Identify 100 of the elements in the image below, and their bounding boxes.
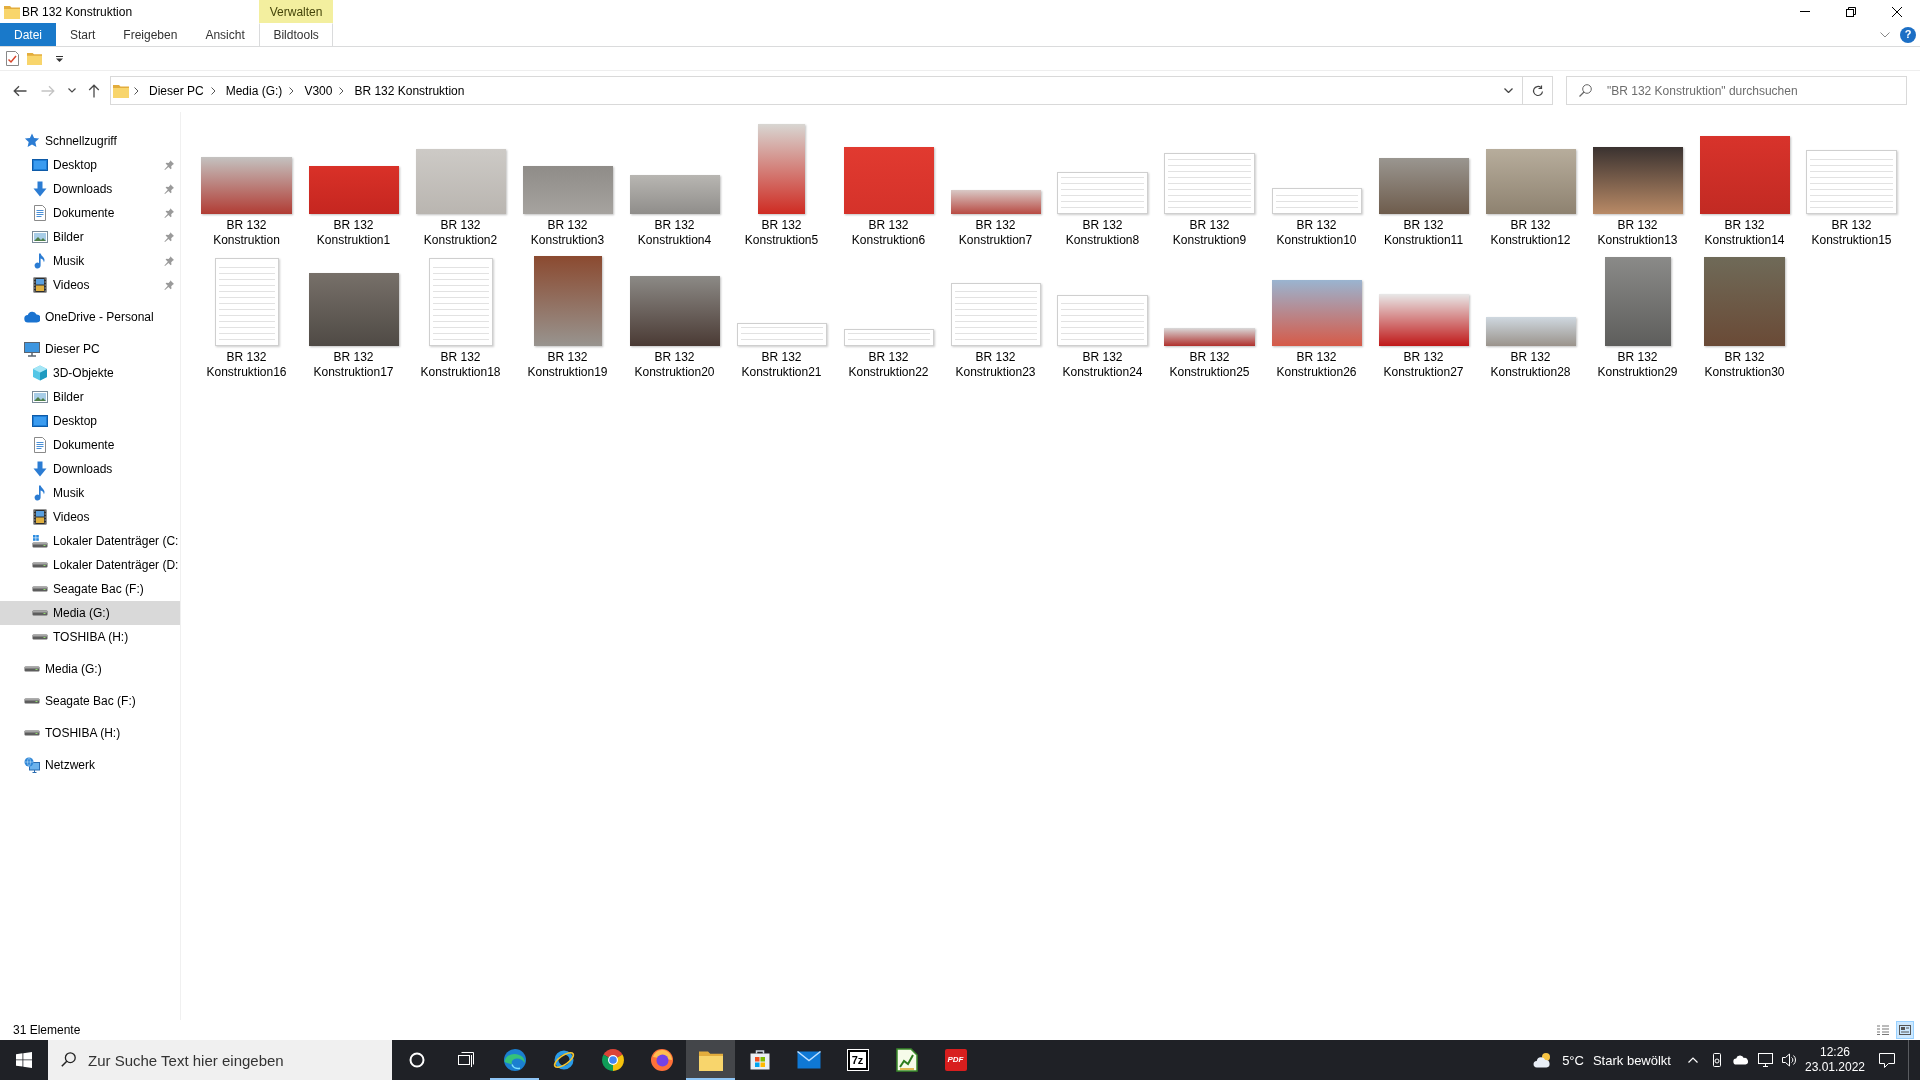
search-field[interactable]: "BR 132 Konstruktion" durchsuchen — [1566, 76, 1907, 105]
help-button[interactable]: ? — [1900, 26, 1916, 43]
sidebar-item[interactable]: Dokumente — [0, 201, 180, 225]
drawing-thumbnail[interactable] — [1164, 153, 1255, 214]
sidebar-item[interactable]: Netzwerk — [0, 753, 180, 777]
photo-placeholder[interactable] — [1164, 328, 1255, 346]
sidebar-item[interactable]: Lokaler Datenträger (C: — [0, 529, 180, 553]
file-name[interactable]: BR 132 Konstruktion11 — [1373, 218, 1474, 248]
sidebar-item[interactable]: Downloads — [0, 457, 180, 481]
file-name[interactable]: BR 132 Konstruktion — [196, 218, 297, 248]
breadcrumb-item[interactable]: V300 — [302, 79, 335, 102]
photo-placeholder[interactable] — [1592, 147, 1683, 214]
photo-placeholder[interactable] — [533, 256, 602, 346]
sidebar-item[interactable]: Downloads — [0, 177, 180, 201]
file-name[interactable]: BR 132 Konstruktion26 — [1266, 350, 1367, 380]
taskbar-app-button[interactable]: PDF — [931, 1040, 980, 1080]
sidebar-item[interactable]: Schnellzugriff — [0, 129, 180, 153]
file-name[interactable]: BR 132 Konstruktion21 — [731, 350, 832, 380]
file-name[interactable]: BR 132 Konstruktion6 — [838, 218, 939, 248]
sidebar-item[interactable]: Seagate Bac (F:) — [0, 689, 180, 713]
sidebar-item[interactable]: Media (G:) — [0, 657, 180, 681]
address-bar[interactable]: Dieser PC Media (G:) V300 BR 132 Konstruktion — [110, 76, 1553, 105]
sidebar-item[interactable]: Videos — [0, 505, 180, 529]
sidebar-item[interactable]: Musik — [0, 481, 180, 505]
file-name[interactable]: BR 132 Konstruktion15 — [1801, 218, 1902, 248]
document-icon — [32, 205, 48, 221]
file-name[interactable]: BR 132 Konstruktion30 — [1694, 350, 1795, 380]
drawing-thumbnail[interactable] — [1806, 150, 1897, 214]
file-name[interactable]: BR 132 Konstruktion22 — [838, 350, 939, 380]
file-name[interactable]: BR 132 Konstruktion13 — [1587, 218, 1688, 248]
file-name[interactable]: BR 132 Konstruktion4 — [624, 218, 725, 248]
file-name[interactable]: BR 132 Konstruktion24 — [1052, 350, 1153, 380]
file-name[interactable]: BR 132 Konstruktion14 — [1694, 218, 1795, 248]
sidebar-item[interactable]: Bilder — [0, 225, 180, 249]
sidebar-item[interactable]: Media (G:) — [0, 601, 180, 625]
file-name[interactable]: BR 132 Konstruktion8 — [1052, 218, 1153, 248]
properties-button[interactable] — [6, 51, 19, 66]
sidebar-item[interactable]: OneDrive - Personal — [0, 305, 180, 329]
file-name[interactable]: BR 132 Konstruktion16 — [196, 350, 297, 380]
photo-placeholder[interactable] — [201, 157, 292, 214]
file-name[interactable]: BR 132 Konstruktion3 — [517, 218, 618, 248]
drawing-thumbnail[interactable] — [1057, 172, 1148, 214]
right-arrow-icon — [41, 84, 55, 97]
thumbnail-view-button[interactable] — [1896, 1021, 1914, 1039]
photo-placeholder[interactable] — [629, 276, 720, 346]
sidebar-item[interactable]: TOSHIBA (H:) — [0, 721, 180, 745]
sidebar-item[interactable]: Musik — [0, 249, 180, 273]
file-name[interactable]: BR 132 Konstruktion1 — [303, 218, 404, 248]
weather-button[interactable]: 5°C Stark bewölkt — [1528, 1040, 1677, 1080]
photo-placeholder[interactable] — [758, 124, 805, 214]
sidebar-item[interactable]: Desktop — [0, 153, 180, 177]
folder-icon — [4, 4, 20, 19]
drawing-thumbnail[interactable] — [1057, 295, 1148, 346]
file-name[interactable]: BR 132 Konstruktion2 — [410, 218, 511, 248]
customize-toolbar-button[interactable] — [56, 55, 63, 62]
sidebar-item[interactable]: Lokaler Datenträger (D: — [0, 553, 180, 577]
file-name[interactable]: BR 132 Konstruktion5 — [731, 218, 832, 248]
taskbar-app-button[interactable] — [686, 1040, 735, 1080]
ribbon-tab[interactable]: Bildtools — [258, 23, 334, 46]
clock-button[interactable]: 12:26 23.01.2022 — [1804, 1040, 1866, 1080]
sidebar-item[interactable]: Desktop — [0, 409, 180, 433]
photo-placeholder[interactable] — [1378, 158, 1469, 214]
sidebar-item[interactable]: Dieser PC — [0, 337, 180, 361]
archive-logo: 7z — [847, 1050, 868, 1070]
photo-placeholder[interactable] — [1378, 294, 1469, 346]
file-name[interactable]: BR 132 Konstruktion9 — [1159, 218, 1260, 248]
photo-placeholder[interactable] — [1485, 317, 1576, 346]
sidebar-item[interactable]: 3D-Objekte — [0, 361, 180, 385]
taskbar-app-button[interactable]: 7z — [833, 1040, 882, 1080]
file-name[interactable]: BR 132 Konstruktion29 — [1587, 350, 1688, 380]
new-folder-button[interactable] — [27, 51, 42, 66]
file-name[interactable]: BR 132 Konstruktion19 — [517, 350, 618, 380]
file-name[interactable]: BR 132 Konstruktion18 — [410, 350, 511, 380]
sidebar-item[interactable]: TOSHIBA (H:) — [0, 625, 180, 649]
file-name[interactable]: BR 132 Konstruktion28 — [1480, 350, 1581, 380]
drawing-thumbnail[interactable] — [214, 258, 279, 346]
drawing-thumbnail[interactable] — [736, 323, 827, 346]
folder-icon — [698, 1049, 723, 1071]
file-name[interactable]: BR 132 Konstruktion25 — [1159, 350, 1260, 380]
sidebar-item[interactable]: Bilder — [0, 385, 180, 409]
drawing-thumbnail[interactable] — [843, 329, 934, 346]
breadcrumb-item[interactable]: Media (G:) — [223, 79, 285, 102]
taskbar-search-field[interactable]: Zur Suche Text hier eingeben — [48, 1040, 392, 1080]
file-name[interactable]: BR 132 Konstruktion12 — [1480, 218, 1581, 248]
ribbon-tab[interactable]: Datei — [0, 23, 56, 46]
drawing-thumbnail[interactable] — [950, 283, 1041, 346]
breadcrumb-item[interactable]: BR 132 Konstruktion — [352, 79, 467, 102]
photo-placeholder[interactable] — [950, 190, 1041, 214]
file-name[interactable]: BR 132 Konstruktion20 — [624, 350, 725, 380]
sidebar-item[interactable]: Videos — [0, 273, 180, 297]
file-name[interactable]: BR 132 Konstruktion7 — [945, 218, 1046, 248]
file-name[interactable]: BR 132 Konstruktion23 — [945, 350, 1046, 380]
file-name[interactable]: BR 132 Konstruktion17 — [303, 350, 404, 380]
sidebar-item[interactable]: Seagate Bac (F:) — [0, 577, 180, 601]
drawing-thumbnail[interactable] — [428, 258, 493, 346]
file-name[interactable]: BR 132 Konstruktion27 — [1373, 350, 1474, 380]
sidebar-item[interactable]: Dokumente — [0, 433, 180, 457]
breadcrumb-item[interactable]: Dieser PC — [147, 79, 206, 102]
drawing-thumbnail[interactable] — [1271, 188, 1362, 214]
file-name[interactable]: BR 132 Konstruktion10 — [1266, 218, 1367, 248]
